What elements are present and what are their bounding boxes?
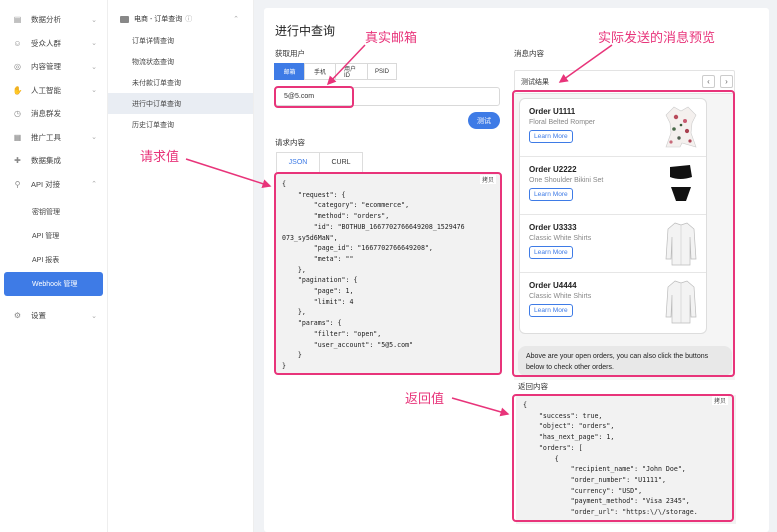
secondary-nav-item-unpaid[interactable]: 未付款订单查询 — [108, 72, 253, 93]
sidebar-item-content[interactable]: ◎ 内容管理 ⌄ — [0, 55, 107, 79]
tab-curl[interactable]: CURL — [319, 152, 363, 173]
sidebar-sub-api-manage[interactable]: API 管理 — [0, 224, 107, 248]
sidebar-sub-api-report[interactable]: API 报表 — [0, 248, 107, 272]
sidebar-item-integration[interactable]: ✚ 数据集成 — [0, 149, 107, 173]
tab-phone[interactable]: 手机 — [304, 63, 336, 80]
secondary-nav: 电商 - 订单查询 ⓘ ⌃ 订单详情查询 物流状态查询 未付款订单查询 进行中订… — [108, 0, 254, 532]
annotation-request: 请求值 — [140, 150, 180, 165]
annotation-response: 返回值 — [405, 392, 445, 407]
sidebar-sub-keys[interactable]: 密钥管理 — [0, 200, 107, 224]
annotation-preview: 实际发送的消息预览 — [598, 31, 716, 46]
ai-icon: ✋ — [12, 85, 23, 95]
content-icon: ◎ — [14, 62, 21, 72]
chevron-down-icon: ⌄ — [91, 134, 97, 142]
chevron-up-icon: ⌃ — [233, 16, 239, 23]
secondary-nav-item-shipping[interactable]: 物流状态查询 — [108, 51, 253, 72]
tab-json[interactable]: JSON — [276, 152, 320, 173]
annotation-box-request — [274, 172, 502, 375]
annotation-box-response — [512, 394, 734, 522]
tab-psid[interactable]: PSID — [367, 63, 397, 80]
request-label: 请求内容 — [275, 138, 305, 147]
chevron-down-icon: ⌄ — [91, 312, 97, 320]
sidebar-item-ai[interactable]: ✋ 人工智能 ⌄ — [0, 79, 107, 103]
fetch-user-label: 获取用户 — [275, 49, 305, 58]
response-label: 返回内容 — [518, 382, 548, 391]
secondary-nav-item-history[interactable]: 历史订单查询 — [108, 114, 253, 135]
grid-icon: ▦ — [13, 132, 22, 142]
chevron-down-icon: ⌄ — [91, 63, 97, 71]
sidebar-item-analytics[interactable]: ▤ 数据分析 ⌄ — [0, 8, 107, 32]
tab-user-id[interactable]: 用户 ID — [335, 63, 368, 80]
sidebar-item-settings[interactable]: ⚙ 设置 ⌄ — [0, 304, 107, 328]
chevron-down-icon: ⌄ — [91, 40, 97, 48]
secondary-nav-header[interactable]: 电商 - 订单查询 ⓘ ⌃ — [108, 8, 253, 30]
request-tabs: JSON CURL — [276, 152, 363, 173]
sidebar-item-api[interactable]: ⚲ API 对接 ⌃ — [0, 173, 107, 197]
chevron-down-icon: ⌄ — [91, 16, 97, 24]
user-type-tabs: 邮箱 手机 用户 ID PSID — [274, 63, 397, 80]
puzzle-icon: ✚ — [14, 156, 21, 166]
api-icon: ⚲ — [14, 179, 21, 189]
clock-icon: ◷ — [14, 109, 21, 119]
secondary-nav-item-in-progress[interactable]: 进行中订单查询 — [108, 93, 253, 114]
page-title: 进行中查询 — [275, 24, 336, 38]
chart-icon: ▤ — [13, 15, 22, 25]
preview-title: 测试结果 — [521, 79, 549, 86]
sidebar-item-promotion[interactable]: ▦ 推广工具 ⌄ — [0, 126, 107, 150]
chevron-down-icon: ⌄ — [91, 87, 97, 95]
annotation-box-email — [274, 86, 354, 108]
tab-email[interactable]: 邮箱 — [274, 63, 305, 80]
message-label: 消息内容 — [514, 49, 544, 58]
sidebar-item-broadcast[interactable]: ◷ 消息群发 — [0, 102, 107, 126]
chevron-up-icon: ⌃ — [91, 181, 97, 189]
people-icon: ☺ — [13, 38, 22, 48]
prev-arrow-icon[interactable]: ‹ — [702, 75, 715, 88]
sidebar-item-audience[interactable]: ☺ 受众人群 ⌄ — [0, 32, 107, 56]
gear-icon: ⚙ — [13, 311, 22, 321]
help-icon: ⓘ — [185, 16, 193, 23]
test-button[interactable]: 测试 — [468, 112, 500, 129]
secondary-nav-item-order-detail[interactable]: 订单详情查询 — [108, 30, 253, 51]
next-arrow-icon[interactable]: › — [720, 75, 733, 88]
folder-icon — [120, 15, 129, 23]
sidebar-sub-webhook[interactable]: Webhook 管理 — [4, 272, 103, 296]
annotation-email: 真实邮箱 — [365, 31, 418, 46]
sidebar: ▤ 数据分析 ⌄ ☺ 受众人群 ⌄ ◎ 内容管理 ⌄ ✋ 人工智能 ⌄ ◷ 消息群发 ▦ 推广工具 ⌄… — [0, 0, 108, 532]
annotation-box-preview — [512, 90, 735, 377]
